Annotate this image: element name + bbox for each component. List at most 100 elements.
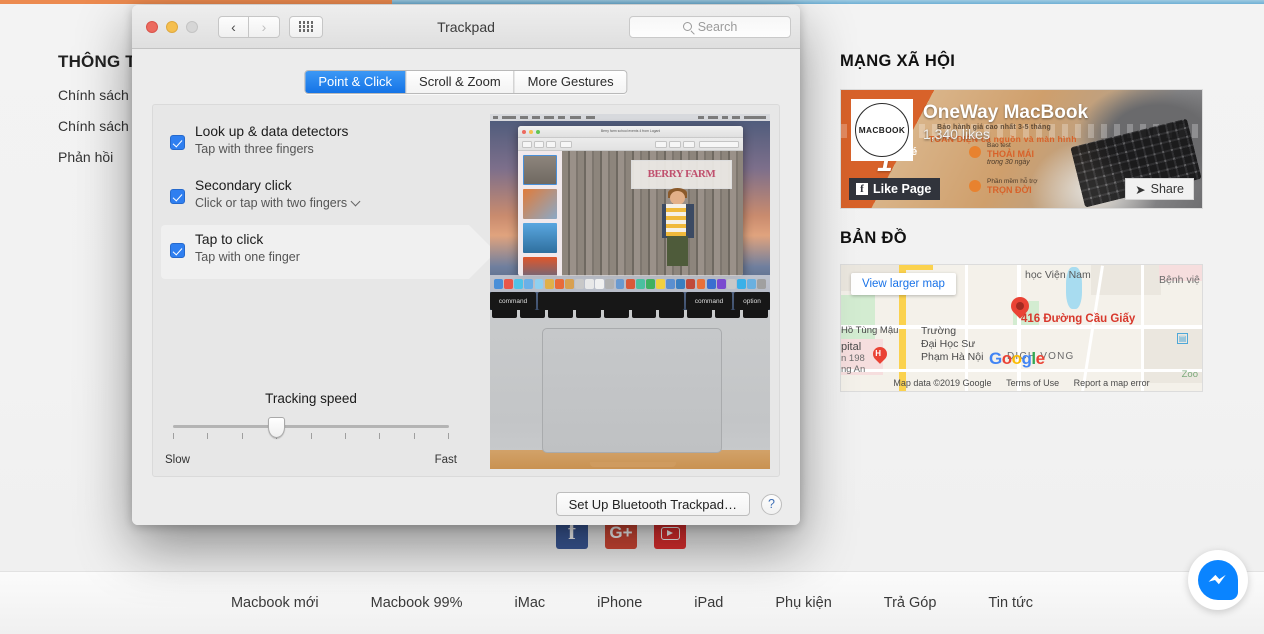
promo2-big: TRỌN ĐỜI bbox=[987, 185, 1032, 195]
option-title: Look up & data detectors bbox=[195, 124, 349, 139]
map-road bbox=[1017, 265, 1021, 391]
map-label: học Viện Nam bbox=[1025, 269, 1091, 281]
share-button[interactable]: ➤ Share bbox=[1125, 178, 1194, 200]
slider-rail bbox=[173, 425, 449, 428]
set-up-bluetooth-trackpad-button[interactable]: Set Up Bluetooth Trackpad… bbox=[555, 492, 750, 516]
slider-min-label: Slow bbox=[165, 454, 190, 466]
map-road bbox=[841, 369, 1202, 372]
search-input[interactable]: Search bbox=[629, 15, 791, 38]
social-section-title: MẠNG XÃ HỘI bbox=[840, 52, 956, 70]
map-transit-icon: ▤ bbox=[1177, 333, 1188, 344]
option-title: Tap to click bbox=[195, 232, 264, 247]
window-titlebar: ‹ › Trackpad Search bbox=[132, 5, 800, 49]
preview-trackpad-photo bbox=[490, 310, 770, 469]
key-command-right: command bbox=[686, 292, 732, 310]
view-larger-map-button[interactable]: View larger map bbox=[851, 273, 956, 295]
key-spacebar bbox=[538, 292, 684, 310]
map-road bbox=[1141, 265, 1144, 391]
map-label: n 198 bbox=[841, 353, 865, 364]
preview-window-toolbar bbox=[518, 138, 743, 151]
key-command-left: command bbox=[490, 292, 536, 310]
tracking-speed-label: Tracking speed bbox=[265, 391, 357, 406]
like-page-button[interactable]: f Like Page bbox=[849, 178, 941, 200]
preview-sidebar-thumbnails bbox=[518, 151, 562, 276]
preview-keys-top bbox=[490, 310, 770, 318]
preview-keyboard-row: command command option bbox=[490, 292, 770, 310]
option-subtitle-text: Tap with three fingers bbox=[195, 142, 314, 156]
like-page-label: Like Page bbox=[873, 182, 932, 196]
thumbnail bbox=[523, 189, 557, 219]
gesture-preview-video[interactable]: Berry farm school events 4 from Loganl B… bbox=[490, 114, 770, 469]
promo1-small: Bao test bbox=[987, 142, 1011, 149]
page-root: THÔNG T Chính sách Chính sách Phản hồi M… bbox=[0, 0, 1264, 634]
option-row-secondary-click[interactable]: Secondary click Click or tap with two fi… bbox=[161, 171, 469, 225]
tracking-speed-slider[interactable] bbox=[173, 417, 449, 448]
tab-scroll-and-zoom[interactable]: Scroll & Zoom bbox=[405, 71, 514, 93]
preview-window-titlebar: Berry farm school events 4 from Loganl bbox=[518, 126, 743, 138]
map-terms-link[interactable]: Terms of Use bbox=[1006, 378, 1059, 388]
map-label: Trường bbox=[921, 325, 957, 337]
promo1-sub: trong 30 ngày bbox=[987, 159, 1030, 166]
thumbnail bbox=[523, 257, 557, 276]
option-title: Secondary click bbox=[195, 178, 292, 193]
cover-promo-1: Bao test THOẢI MÁI trong 30 ngày bbox=[987, 142, 1117, 166]
key-option: option bbox=[734, 292, 770, 310]
nav-item-macbook-99[interactable]: Macbook 99% bbox=[345, 595, 489, 611]
map-report-link[interactable]: Report a map error bbox=[1074, 378, 1150, 388]
chevron-down-icon[interactable] bbox=[350, 196, 361, 207]
laptop-lip bbox=[590, 462, 676, 467]
nav-item-ipad[interactable]: iPad bbox=[668, 595, 749, 611]
messenger-chat-button[interactable] bbox=[1188, 550, 1248, 610]
map-label: Hồ Tùng Mậu bbox=[841, 325, 899, 336]
share-arrow-icon: ➤ bbox=[1135, 182, 1146, 197]
preview-photo-wood-wall: BERRY FARM bbox=[562, 151, 743, 276]
checkbox-look-up[interactable] bbox=[170, 135, 185, 150]
bottom-navigation: Macbook mới Macbook 99% iMac iPhone iPad… bbox=[0, 572, 1264, 634]
google-map-embed[interactable]: H học Viện Nam Bệnh việ Hồ Tùng Mậu Trườ… bbox=[840, 264, 1203, 392]
preferences-body: Point & Click Scroll & Zoom More Gesture… bbox=[132, 49, 800, 525]
facebook-page-name[interactable]: OneWay MacBook bbox=[923, 102, 1088, 124]
promo-bullet-1 bbox=[969, 146, 981, 158]
map-attribution: Map data ©2019 Google Terms of Use Repor… bbox=[841, 378, 1202, 388]
nav-item-macbook-moi[interactable]: Macbook mới bbox=[205, 595, 345, 611]
nav-item-imac[interactable]: iMac bbox=[489, 595, 572, 611]
search-placeholder: Search bbox=[697, 19, 738, 34]
slider-max-label: Fast bbox=[434, 454, 457, 466]
checkbox-tap-to-click[interactable] bbox=[170, 243, 185, 258]
checkbox-secondary-click[interactable] bbox=[170, 189, 185, 204]
facebook-like-count: 1,340 likes bbox=[923, 126, 990, 142]
option-row-tap-to-click[interactable]: Tap to click Tap with one finger bbox=[161, 225, 496, 279]
preview-photo-person bbox=[661, 188, 696, 274]
map-label: pital bbox=[841, 341, 862, 353]
help-button[interactable]: ? bbox=[761, 493, 782, 515]
preview-preview-app-window: Berry farm school events 4 from Loganl B… bbox=[518, 126, 743, 276]
option-list: Look up & data detectors Tap with three … bbox=[161, 117, 496, 279]
nav-item-tin-tuc[interactable]: Tin tức bbox=[962, 595, 1059, 611]
nav-item-phu-kien[interactable]: Phụ kiện bbox=[749, 595, 857, 611]
messenger-bolt-glyph bbox=[1208, 574, 1226, 585]
right-sidebar: MẠNG XÃ HỘI Bảo hành giá cao nhất 3-5 th… bbox=[840, 52, 1206, 392]
slider-thumb[interactable] bbox=[268, 417, 285, 438]
window-footer-buttons: Set Up Bluetooth Trackpad… ? bbox=[555, 492, 782, 516]
option-subtitle: Tap with one finger bbox=[195, 250, 469, 264]
share-label: Share bbox=[1150, 182, 1184, 196]
tracking-speed-control: Tracking speed Slow Fast bbox=[161, 391, 461, 466]
option-subtitle-text: Tap with one finger bbox=[195, 250, 300, 264]
nav-item-iphone[interactable]: iPhone bbox=[571, 595, 668, 611]
messenger-icon bbox=[1198, 560, 1238, 600]
map-address-label: 416 Đường Cầu Giấy bbox=[1021, 313, 1136, 325]
tab-point-and-click[interactable]: Point & Click bbox=[305, 71, 406, 93]
map-road bbox=[965, 265, 968, 391]
facebook-page-widget[interactable]: Bảo hành giá cao nhất 3-5 tháng TOÀN DIỆ… bbox=[840, 89, 1203, 209]
banner-text: BERRY FARM bbox=[647, 168, 716, 181]
option-row-look-up[interactable]: Look up & data detectors Tap with three … bbox=[161, 117, 469, 171]
map-label: Phạm Hà Nội bbox=[921, 351, 984, 363]
nav-item-tra-gop[interactable]: Trả Góp bbox=[858, 595, 963, 611]
trackpad-preferences-window: ‹ › Trackpad Search Point & Click Scroll… bbox=[132, 5, 800, 525]
promo1-big: THOẢI MÁI bbox=[987, 149, 1034, 159]
preview-desktop-screenshot: Berry farm school events 4 from Loganl B… bbox=[490, 114, 770, 310]
google-logo: Google bbox=[989, 349, 1045, 368]
option-subtitle-text: Click or tap with two fingers bbox=[195, 196, 348, 210]
facebook-f-icon: f bbox=[856, 183, 868, 195]
tab-more-gestures[interactable]: More Gestures bbox=[513, 71, 627, 93]
